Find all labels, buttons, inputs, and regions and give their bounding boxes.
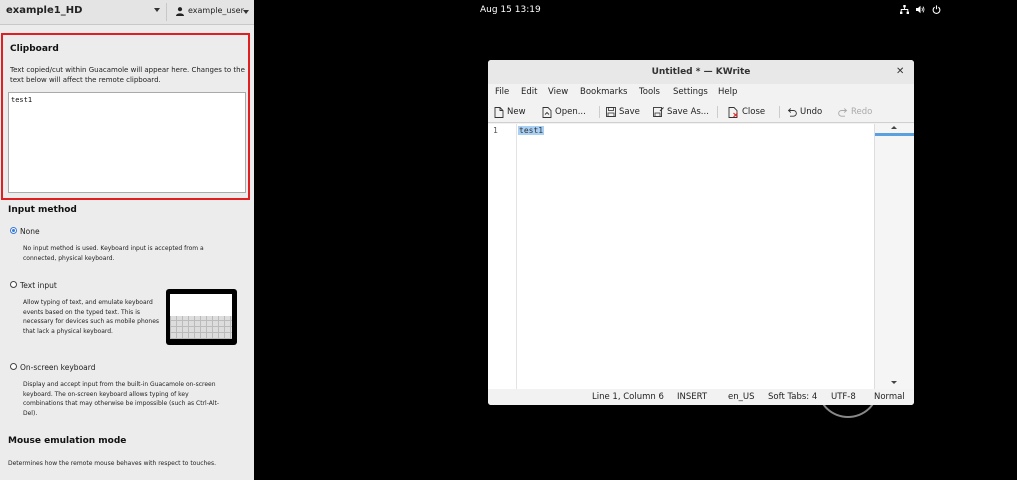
open-button-label: Open... <box>555 107 586 117</box>
user-menu[interactable]: example_user <box>170 3 254 21</box>
clipboard-section: Clipboard Text copied/cut within Guacamo… <box>1 33 250 200</box>
kwrite-window: Untitled * — KWrite ✕ File Edit View Boo… <box>488 60 914 405</box>
radio-text-input[interactable] <box>10 281 17 288</box>
redo-icon <box>838 108 848 117</box>
connection-name[interactable]: example1_HD <box>6 5 82 16</box>
system-tray[interactable] <box>900 5 941 14</box>
cursor-position[interactable]: Line 1, Column 6 <box>592 392 664 402</box>
close-button-label: Close <box>742 107 766 117</box>
input-none-description: No input method is used. Keyboard input … <box>23 245 204 262</box>
scroll-up-arrow-icon[interactable] <box>891 126 897 129</box>
radio-onscreen-keyboard[interactable] <box>10 363 17 370</box>
guacamole-menu-panel: example1_HD example_user Clipboard Text … <box>0 0 254 480</box>
onscreen-keyboard-label[interactable]: On-screen keyboard <box>20 363 95 372</box>
text-input-label[interactable]: Text input <box>20 281 57 290</box>
menu-settings[interactable]: Settings <box>673 87 708 97</box>
tablet-keyboard <box>170 316 232 339</box>
new-button[interactable]: New <box>494 105 526 119</box>
vertical-scrollbar[interactable] <box>874 124 914 389</box>
power-icon <box>932 5 941 14</box>
syntax-highlighting-mode[interactable]: Normal <box>874 392 905 402</box>
editor-line[interactable]: test1 <box>518 126 545 135</box>
panel-header: example1_HD example_user <box>0 0 254 25</box>
onscreen-keyboard-description: Display and accept input from the built-… <box>23 381 220 417</box>
menu-file[interactable]: File <box>495 87 509 97</box>
mouse-emulation-description: Determines how the remote mouse behaves … <box>8 460 217 467</box>
redo-button[interactable]: Redo <box>838 105 872 119</box>
window-titlebar[interactable]: Untitled * — KWrite ✕ <box>488 60 914 84</box>
clock[interactable]: Aug 15 13:19 <box>480 5 541 15</box>
input-method-title: Input method <box>8 205 77 215</box>
selected-text[interactable]: test1 <box>518 126 545 135</box>
toolbar-separator <box>779 106 780 118</box>
menubar: File Edit View Bookmarks Tools Settings … <box>488 84 914 100</box>
open-document-icon <box>542 106 552 118</box>
input-mode[interactable]: INSERT <box>677 392 707 402</box>
line-number: 1 <box>493 126 498 135</box>
text-editor-area[interactable]: 1 test1 <box>488 124 914 389</box>
new-document-icon <box>494 106 504 118</box>
line-number-gutter: 1 <box>488 124 517 389</box>
toolbar-separator <box>717 106 718 118</box>
main-toolbar: New Open... Save Save As... Close Undo R… <box>488 102 914 123</box>
tablet-illustration <box>166 289 237 345</box>
user-dropdown-icon <box>243 10 249 14</box>
text-input-description: Allow typing of text, and emulate keyboa… <box>23 299 160 335</box>
radio-input-none[interactable] <box>10 227 17 234</box>
menu-edit[interactable]: Edit <box>521 87 537 97</box>
close-document-button[interactable]: Close <box>728 105 765 119</box>
close-document-icon <box>728 106 738 118</box>
new-button-label: New <box>507 107 526 117</box>
header-divider <box>166 3 167 21</box>
spellcheck-language[interactable]: en_US <box>728 392 754 402</box>
menu-view[interactable]: View <box>548 87 568 97</box>
save-as-icon <box>653 107 664 117</box>
save-as-button-label: Save As... <box>667 107 709 117</box>
network-icon <box>900 5 909 14</box>
connection-dropdown-icon[interactable] <box>154 8 160 12</box>
open-button[interactable]: Open... <box>542 105 586 119</box>
menu-help[interactable]: Help <box>718 87 737 97</box>
close-window-icon[interactable]: ✕ <box>896 66 904 77</box>
input-none-label[interactable]: None <box>20 227 40 236</box>
menu-bookmarks[interactable]: Bookmarks <box>580 87 628 97</box>
volume-icon <box>916 5 925 14</box>
mouse-emulation-title: Mouse emulation mode <box>8 436 127 446</box>
window-title: Untitled * — KWrite <box>651 67 751 77</box>
save-icon <box>606 107 616 117</box>
toolbar-separator <box>599 106 600 118</box>
undo-icon <box>787 108 797 117</box>
file-encoding[interactable]: UTF-8 <box>831 392 856 402</box>
clipboard-title: Clipboard <box>10 44 59 54</box>
menu-tools[interactable]: Tools <box>639 87 660 97</box>
save-as-button[interactable]: Save As... <box>653 105 709 119</box>
clipboard-description: Text copied/cut within Guacamole will ap… <box>10 66 245 84</box>
clipboard-textarea[interactable]: test1 <box>8 92 246 193</box>
scroll-down-arrow-icon[interactable] <box>891 381 897 384</box>
indentation-settings[interactable]: Soft Tabs: 4 <box>768 392 817 402</box>
undo-button[interactable]: Undo <box>787 105 822 119</box>
username-label: example_user <box>188 6 244 15</box>
save-button-label: Save <box>619 107 640 117</box>
status-bar: Line 1, Column 6 INSERT en_US Soft Tabs:… <box>488 389 914 405</box>
undo-button-label: Undo <box>800 107 823 117</box>
save-button[interactable]: Save <box>606 105 640 119</box>
redo-button-label: Redo <box>851 107 873 117</box>
scrollbar-thumb[interactable] <box>875 133 914 136</box>
user-icon <box>176 7 184 16</box>
